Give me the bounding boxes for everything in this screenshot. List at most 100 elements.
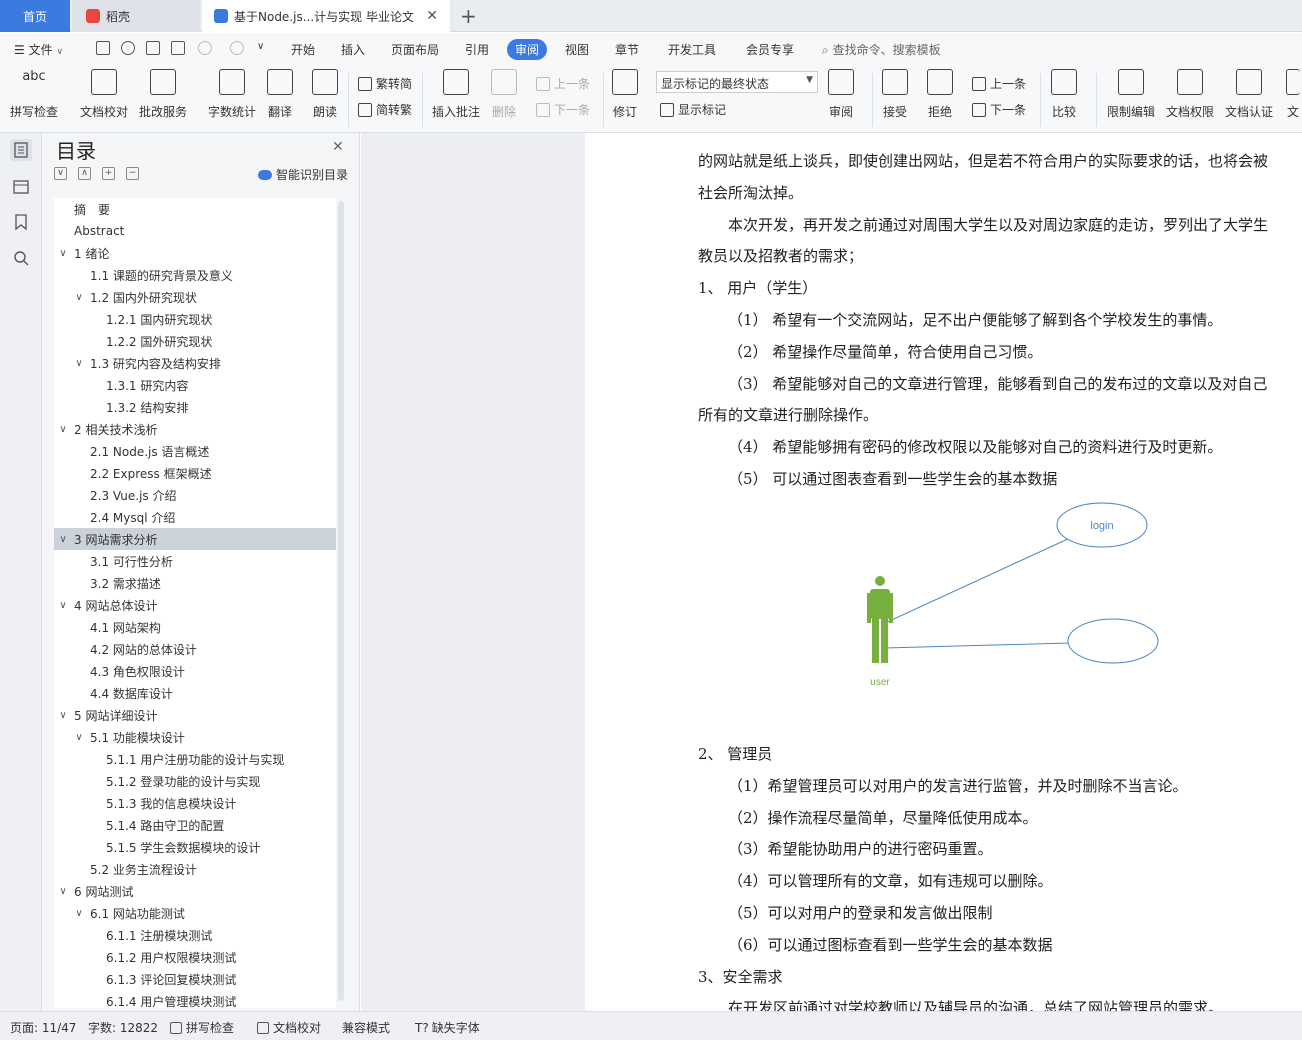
toc-item[interactable]: 摘 要 [54, 198, 336, 220]
toc-item[interactable]: 1.1 课题的研究背景及意义 [54, 264, 336, 286]
new-tab-icon[interactable]: + [460, 4, 477, 28]
toc-panel-icon[interactable] [10, 139, 32, 161]
chevron-down-icon[interactable]: ∨ [56, 424, 70, 435]
toc-item[interactable]: 5.2 业务主流程设计 [54, 858, 336, 880]
more-button-cut[interactable]: 文 [1286, 69, 1300, 120]
markup-state-select[interactable]: 显示标记的最终状态 ▼ [656, 71, 818, 93]
toc-item[interactable]: ∨ 5 网站详细设计 [54, 704, 336, 726]
toc-item[interactable]: 2.2 Express 框架概述 [54, 462, 336, 484]
document-page[interactable]: 的网站就是纸上谈兵，即使创建出网站，但是若不符合用户的实际要求的话，也将会被 社会… [585, 133, 1302, 1011]
delete-comment-button[interactable]: 删除 [491, 69, 517, 120]
toc-item[interactable]: ∨ 6 网站测试 [54, 880, 336, 902]
show-markup-button[interactable]: 显示标记 [660, 101, 726, 118]
prev-change-button[interactable]: 上一条 [972, 75, 1026, 92]
next-change-button[interactable]: 下一条 [972, 101, 1026, 118]
toc-item[interactable]: 1.2.2 国外研究现状 [54, 330, 336, 352]
chevron-down-icon[interactable]: ∨ [72, 358, 86, 369]
toc-item[interactable]: 3.2 需求描述 [54, 572, 336, 594]
menu-member[interactable]: 会员专享 [746, 41, 794, 58]
search-icon[interactable] [10, 247, 32, 269]
smart-toc-button[interactable]: 智能识别目录 [258, 166, 348, 183]
menu-view[interactable]: 视图 [565, 41, 589, 58]
add-heading-icon[interactable]: + [102, 167, 115, 180]
toc-item[interactable]: ∨ 1.3 研究内容及结构安排 [54, 352, 336, 374]
toc-item[interactable]: 4.4 数据库设计 [54, 682, 336, 704]
toc-item[interactable]: 1.3.2 结构安排 [54, 396, 336, 418]
toc-item[interactable]: 2.1 Node.js 语言概述 [54, 440, 336, 462]
export-icon[interactable] [121, 41, 135, 55]
save-icon[interactable] [96, 41, 110, 55]
word-count-status[interactable]: 字数: 12822 [88, 1019, 158, 1036]
menu-page-layout[interactable]: 页面布局 [391, 41, 439, 58]
toc-item[interactable]: 5.1.4 路由守卫的配置 [54, 814, 336, 836]
doc-rights-button[interactable]: 文档权限 [1166, 69, 1214, 120]
spell-check-status[interactable]: 拼写检查 [170, 1019, 234, 1036]
toc-item[interactable]: 1.3.1 研究内容 [54, 374, 336, 396]
next-comment-button[interactable]: 下一条 [536, 101, 590, 118]
toc-scrollbar[interactable] [338, 201, 344, 1001]
to-simplified-button[interactable]: 繁转简 [358, 75, 412, 92]
customize-chevron-icon[interactable]: ∨ [257, 41, 271, 55]
spell-check-button[interactable]: abc 拼写检查 [10, 69, 58, 120]
compare-button[interactable]: 比较 [1051, 69, 1077, 120]
doc-auth-button[interactable]: 文档认证 [1225, 69, 1273, 120]
toc-item[interactable]: ∨ 6.1 网站功能测试 [54, 902, 336, 924]
toc-item[interactable]: ∨ 2 相关技术浅析 [54, 418, 336, 440]
chevron-down-icon[interactable]: ∨ [72, 292, 86, 303]
translate-button[interactable]: 翻译 [267, 69, 293, 120]
track-changes-button[interactable]: 修订 [612, 69, 638, 120]
chevron-down-icon[interactable]: ∨ [72, 908, 86, 919]
tab-document[interactable]: 基于Node.js...计与实现 毕业论文 ✕ [202, 0, 450, 32]
chapter-nav-icon[interactable] [10, 175, 32, 197]
toc-item[interactable]: 5.1.5 学生会数据模块的设计 [54, 836, 336, 858]
command-search[interactable]: ⌕ 查找命令、搜索模板 [822, 41, 941, 58]
toc-item[interactable]: ∨ 5.1 功能模块设计 [54, 726, 336, 748]
file-menu[interactable]: ☰ 文件 ∨ [14, 41, 63, 58]
to-traditional-button[interactable]: 简转繁 [358, 101, 412, 118]
toc-item[interactable]: 6.1.4 用户管理模块测试 [54, 990, 336, 1009]
tab-daoke[interactable]: 稻壳 [72, 0, 200, 32]
toc-item[interactable]: ∨ 4 网站总体设计 [54, 594, 336, 616]
toc-item[interactable]: ∨ 1 绪论 [54, 242, 336, 264]
word-count-button[interactable]: 字数统计 [208, 69, 256, 120]
close-tab-icon[interactable]: ✕ [426, 8, 438, 24]
toc-item[interactable]: 1.2.1 国内研究现状 [54, 308, 336, 330]
toc-item[interactable]: 6.1.2 用户权限模块测试 [54, 946, 336, 968]
toc-item[interactable]: Abstract [54, 220, 336, 242]
toc-item[interactable]: ∨ 3 网站需求分析 [54, 528, 336, 550]
bookmark-icon[interactable] [10, 211, 32, 233]
toc-item[interactable]: 4.3 角色权限设计 [54, 660, 336, 682]
review-pane-button[interactable]: 审阅 [828, 69, 854, 120]
close-icon[interactable]: ✕ [332, 139, 344, 155]
page-indicator[interactable]: 页面: 11/47 [10, 1019, 76, 1036]
chevron-down-icon[interactable]: ∨ [56, 886, 70, 897]
expand-up-icon[interactable]: ∧ [78, 167, 91, 180]
collapse-all-icon[interactable]: ∨ [54, 167, 67, 180]
toc-item[interactable]: 5.1.1 用户注册功能的设计与实现 [54, 748, 336, 770]
toc-item[interactable]: 4.1 网站架构 [54, 616, 336, 638]
reject-button[interactable]: 拒绝 [927, 69, 953, 120]
batch-service-button[interactable]: 批改服务 [139, 69, 187, 120]
print-icon[interactable] [146, 41, 160, 55]
toc-item[interactable]: 2.3 Vue.js 介绍 [54, 484, 336, 506]
chevron-down-icon[interactable]: ∨ [56, 710, 70, 721]
menu-start[interactable]: 开始 [291, 41, 315, 58]
remove-heading-icon[interactable]: − [126, 167, 139, 180]
proofread-status[interactable]: 文档校对 [257, 1019, 321, 1036]
toc-item[interactable]: 5.1.3 我的信息模块设计 [54, 792, 336, 814]
doc-proofread-button[interactable]: 文档校对 [80, 69, 128, 120]
missing-font-status[interactable]: T? 缺失字体 [415, 1019, 480, 1036]
toc-item[interactable]: 2.4 Mysql 介绍 [54, 506, 336, 528]
chevron-down-icon[interactable]: ∨ [72, 732, 86, 743]
undo-icon[interactable] [198, 41, 212, 55]
chevron-down-icon[interactable]: ∨ [56, 534, 70, 545]
toc-item[interactable]: 3.1 可行性分析 [54, 550, 336, 572]
menu-developer[interactable]: 开发工具 [668, 41, 716, 58]
accept-button[interactable]: 接受 [882, 69, 908, 120]
menu-review[interactable]: 审阅 [507, 39, 548, 60]
restrict-edit-button[interactable]: 限制编辑 [1107, 69, 1155, 120]
menu-references[interactable]: 引用 [465, 41, 489, 58]
toc-item[interactable]: 4.2 网站的总体设计 [54, 638, 336, 660]
print-preview-icon[interactable] [171, 41, 185, 55]
toc-item[interactable]: ∨ 1.2 国内外研究现状 [54, 286, 336, 308]
